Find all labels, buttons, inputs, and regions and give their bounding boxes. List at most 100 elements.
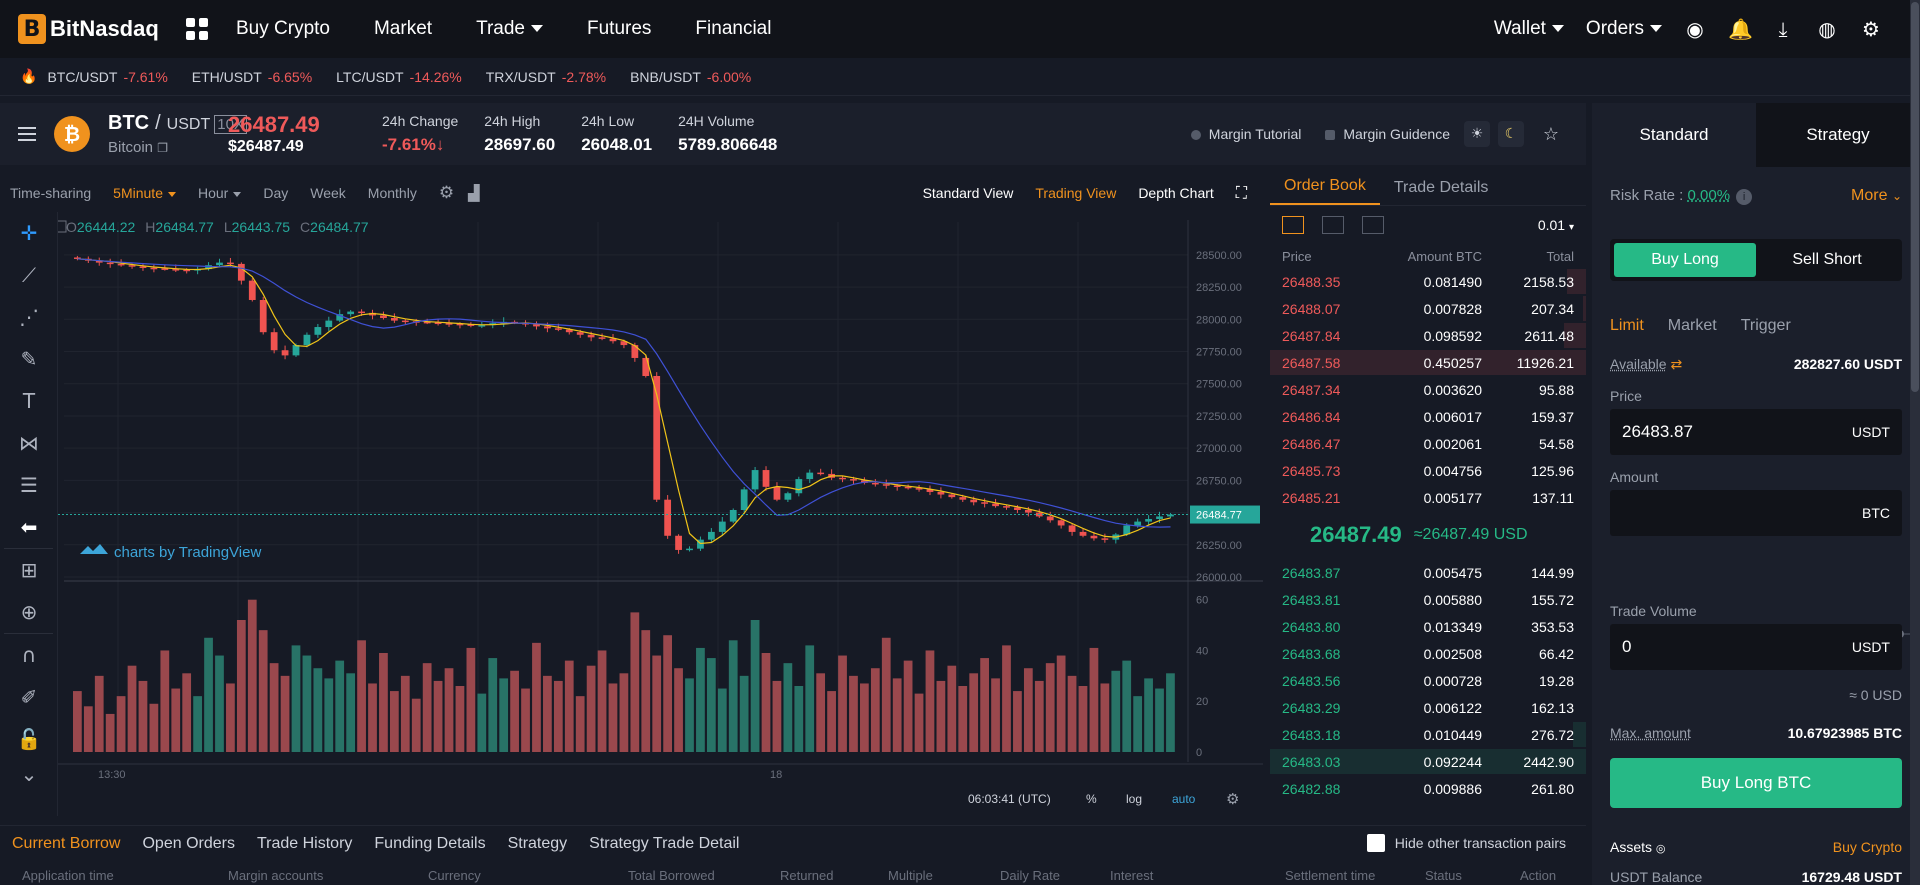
ticker-item[interactable]: ETH/USDT -6.65%	[192, 69, 312, 85]
trend-line-icon[interactable]: ⟋	[0, 254, 58, 296]
buy-long-toggle[interactable]: Buy Long	[1614, 243, 1756, 277]
copy-icon[interactable]: ❐	[157, 141, 168, 155]
tab-trade-history[interactable]: Trade History	[257, 835, 352, 853]
nav-market[interactable]: Market	[374, 18, 432, 40]
tab-strategy-trade-detail[interactable]: Strategy Trade Detail	[589, 835, 739, 853]
order-type-limit[interactable]: Limit	[1610, 317, 1644, 335]
favorite-star-icon[interactable]: ☆	[1538, 121, 1564, 147]
price-input[interactable]: 26483.87 USDT	[1610, 409, 1902, 455]
nav-futures[interactable]: Futures	[587, 18, 651, 40]
nav-orders[interactable]: Orders	[1586, 18, 1662, 40]
ask-row[interactable]: 26487.84 0.098592 2611.48	[1270, 322, 1586, 349]
ask-row[interactable]: 26486.84 0.006017 159.37	[1270, 403, 1586, 430]
ask-row[interactable]: 26485.73 0.004756 125.96	[1270, 457, 1586, 484]
interval-monthly[interactable]: Monthly	[368, 185, 417, 201]
apps-grid-icon[interactable]	[186, 18, 208, 40]
nav-trade[interactable]: Trade	[476, 18, 543, 40]
tab-current-borrow[interactable]: Current Borrow	[12, 835, 120, 853]
bell-icon[interactable]: 🔔	[1728, 18, 1753, 40]
chart-settings-icon[interactable]: ⚙	[439, 183, 454, 203]
tab-trade-details[interactable]: Trade Details	[1380, 179, 1503, 205]
dark-theme-icon[interactable]: ☾	[1498, 121, 1524, 147]
light-theme-icon[interactable]: ☀	[1464, 121, 1490, 147]
asks-view-icon[interactable]	[1362, 216, 1384, 234]
ticker-item[interactable]: BNB/USDT -6.00%	[630, 69, 751, 85]
ask-row[interactable]: 26486.47 0.002061 54.58	[1270, 430, 1586, 457]
ask-row[interactable]: 26488.35 0.081490 2158.53	[1270, 268, 1586, 295]
ask-row[interactable]: 26488.07 0.007828 207.34	[1270, 295, 1586, 322]
lock-drawing-icon[interactable]: ✐	[0, 676, 58, 718]
tab-strategy[interactable]: Strategy	[508, 835, 568, 853]
view-trading-view[interactable]: Trading View	[1035, 185, 1116, 201]
interval-day[interactable]: Day	[263, 185, 288, 201]
margin-tutorial-link[interactable]: Margin Tutorial	[1190, 126, 1301, 142]
tab-strategy[interactable]: Strategy	[1756, 103, 1920, 167]
interval-time-sharing[interactable]: Time-sharing	[10, 185, 91, 201]
amount-input[interactable]: BTC	[1610, 490, 1902, 536]
indicators-icon[interactable]: ▟	[468, 184, 480, 202]
bid-row[interactable]: 26483.87 0.005475 144.99	[1270, 559, 1586, 586]
zoom-in-icon[interactable]: ⊕	[0, 591, 58, 633]
download-icon[interactable]: ⤓	[1772, 18, 1794, 40]
projection-icon[interactable]: ☰	[0, 464, 58, 506]
page-scrollbar[interactable]	[1910, 0, 1920, 885]
sell-short-toggle[interactable]: Sell Short	[1756, 243, 1898, 277]
tab-standard[interactable]: Standard	[1592, 103, 1756, 167]
interval-5minute[interactable]: 5Minute	[113, 185, 176, 201]
ticker-item[interactable]: BTC/USDT -7.61%	[47, 69, 167, 85]
tab-open-orders[interactable]: Open Orders	[142, 835, 234, 853]
ask-row[interactable]: 26487.34 0.003620 95.88	[1270, 376, 1586, 403]
buy-crypto-link[interactable]: Buy Crypto	[1833, 839, 1902, 855]
magnet-icon[interactable]: ∩	[0, 634, 58, 676]
brush-icon[interactable]: ✎	[0, 338, 58, 380]
chevron-down-icon[interactable]: ⌄	[0, 760, 58, 788]
nav-buy-crypto[interactable]: Buy Crypto	[236, 18, 330, 40]
text-tool-icon[interactable]: T	[0, 380, 58, 422]
view-standard-view[interactable]: Standard View	[923, 185, 1014, 201]
ticker-item[interactable]: TRX/USDT -2.78%	[486, 69, 606, 85]
price-chart[interactable]: 28500.00 28250.00 28000.00 27750.00 27500.00…	[54, 212, 1263, 816]
crosshair-icon[interactable]: ✛	[0, 212, 58, 254]
ask-row[interactable]: 26487.58 0.450257 11926.21	[1270, 349, 1586, 376]
nav-financial[interactable]: Financial	[695, 18, 771, 40]
hide-other-pairs-toggle[interactable]: Hide other transaction pairs	[1366, 834, 1566, 852]
margin-guidence-link[interactable]: Margin Guidence	[1325, 126, 1450, 142]
bid-row[interactable]: 26482.88 0.009886 261.80	[1270, 775, 1586, 802]
bid-row[interactable]: 26483.80 0.013349 353.53	[1270, 613, 1586, 640]
tab-order-book[interactable]: Order Book	[1270, 177, 1380, 205]
bid-row[interactable]: 26483.56 0.000728 19.28	[1270, 667, 1586, 694]
pattern-icon[interactable]: ⋈	[0, 422, 58, 464]
globe-icon[interactable]: ◍	[1816, 18, 1838, 40]
brand-logo[interactable]: B BitNasdaq	[18, 14, 178, 44]
fib-tool-icon[interactable]: ⋰	[0, 296, 58, 338]
measure-icon[interactable]: ⊞	[0, 549, 58, 591]
view-depth-chart[interactable]: Depth Chart	[1138, 185, 1213, 201]
interval-hour[interactable]: Hour	[198, 185, 242, 201]
eye-icon[interactable]: ◎	[1656, 842, 1666, 855]
nav-wallet[interactable]: Wallet	[1494, 18, 1564, 40]
transfer-icon[interactable]: ⇄	[1670, 357, 1682, 373]
chart-svg[interactable]: 28500.00 28250.00 28000.00 27750.00 27500.00…	[54, 212, 1263, 816]
pair-selector[interactable]: BTC / USDT 10X Bitcoin ❐	[108, 112, 248, 156]
user-icon[interactable]: ◉	[1684, 18, 1706, 40]
interval-week[interactable]: Week	[310, 185, 346, 201]
ask-row[interactable]: 26485.21 0.005177 137.11	[1270, 484, 1586, 511]
tab-funding-details[interactable]: Funding Details	[374, 835, 485, 853]
bid-row[interactable]: 26483.81 0.005880 155.72	[1270, 586, 1586, 613]
more-dropdown[interactable]: More ⌄	[1851, 187, 1902, 205]
volume-input[interactable]: 0 USDT	[1610, 624, 1902, 670]
bids-view-icon[interactable]	[1322, 216, 1344, 234]
order-type-trigger[interactable]: Trigger	[1741, 317, 1791, 335]
menu-icon[interactable]	[18, 123, 36, 145]
lock-icon[interactable]: 🔓	[0, 718, 58, 760]
back-arrow-icon[interactable]: ⬅	[0, 506, 58, 548]
ticker-item[interactable]: LTC/USDT -14.26%	[336, 69, 462, 85]
both-sides-view-icon[interactable]	[1282, 216, 1304, 234]
settings-icon[interactable]: ⚙	[1860, 18, 1882, 40]
info-icon[interactable]: i	[1736, 189, 1753, 205]
hide-other-checkbox[interactable]	[1366, 834, 1385, 852]
bid-row[interactable]: 26483.18 0.010449 276.72	[1270, 721, 1586, 748]
precision-select[interactable]: 0.01 ▾	[1538, 217, 1574, 233]
bid-row[interactable]: 26483.03 0.092244 2442.90	[1270, 748, 1586, 775]
bid-row[interactable]: 26483.29 0.006122 162.13	[1270, 694, 1586, 721]
